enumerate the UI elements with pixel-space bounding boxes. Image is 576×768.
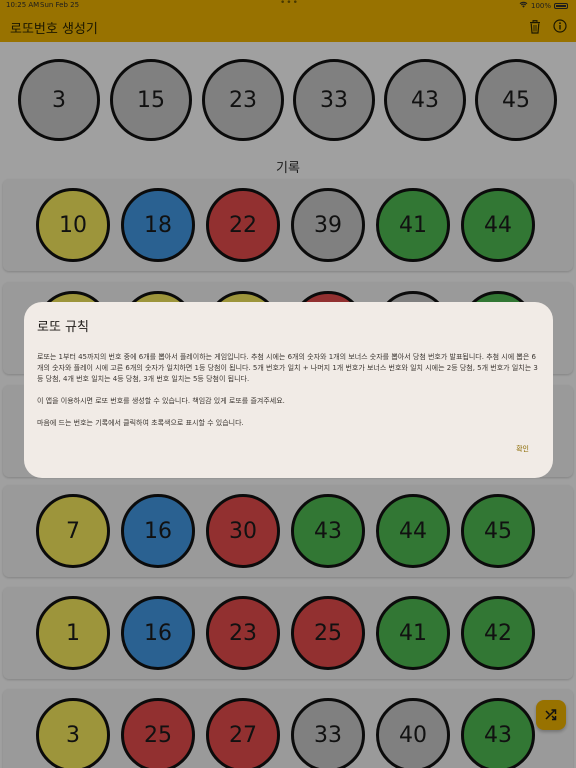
confirm-button[interactable]: 확인 [516, 442, 529, 456]
dialog-title: 로또 규칙 [37, 320, 89, 335]
rules-dialog: 로또 규칙 로또는 1부터 45까지의 번호 중에 6개를 뽑아서 플레이하는 … [24, 302, 553, 478]
dialog-paragraph-usage: 이 앱을 이용하시면 로또 번호를 생성할 수 있습니다. 책임감 있게 로또를… [37, 397, 285, 405]
dialog-paragraph-tip: 마음에 드는 번호는 기록에서 클릭하여 초록색으로 표시할 수 있습니다. [37, 419, 244, 427]
dialog-paragraph-rules: 로또는 1부터 45까지의 번호 중에 6개를 뽑아서 플레이하는 게임입니다.… [37, 353, 538, 383]
